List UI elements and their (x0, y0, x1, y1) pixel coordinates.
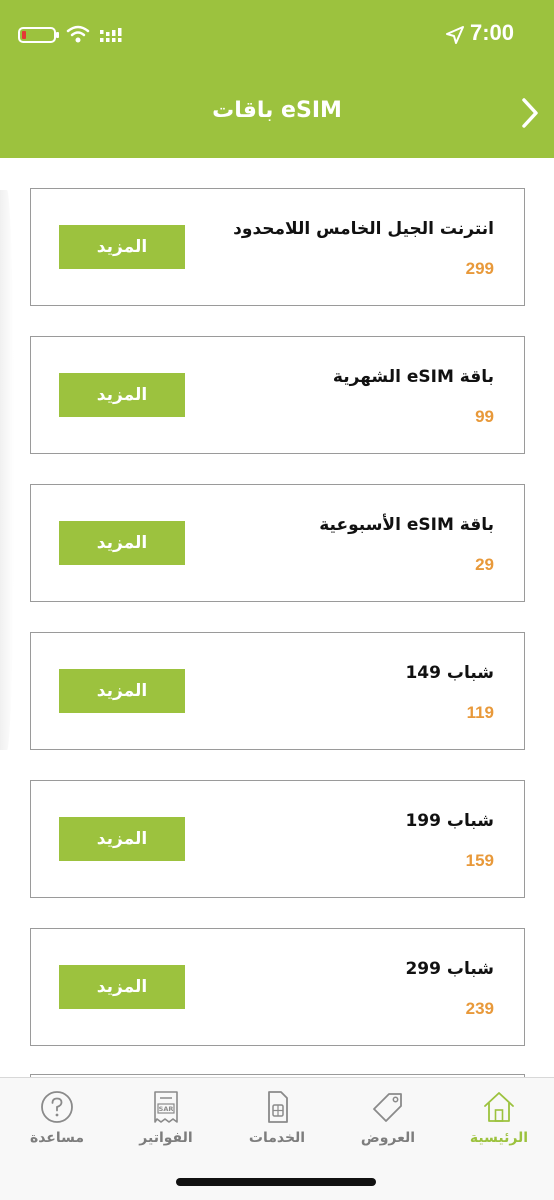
more-button[interactable]: المزيد (59, 373, 185, 417)
plan-card: باقة eSIM الشهرية 99 المزيد (30, 336, 525, 454)
plan-price: 119 (466, 703, 494, 722)
location-arrow-icon (446, 26, 464, 44)
help-icon (41, 1091, 73, 1123)
chevron-right-icon[interactable] (518, 96, 542, 130)
plan-card: انترنت الجيل الخامس اللامحدود 299 المزيد (30, 188, 525, 306)
plan-price: 29 (475, 555, 494, 574)
tab-label: الخدمات (248, 1130, 306, 1146)
side-shadow (0, 190, 14, 750)
plan-price: 239 (465, 999, 494, 1018)
sim-icon (268, 1091, 288, 1123)
tab-label: الفواتير (139, 1130, 193, 1146)
plan-name: شباب 199 (405, 811, 494, 831)
bill-icon: SAR (154, 1091, 178, 1123)
more-button[interactable]: المزيد (59, 225, 185, 269)
tab-home[interactable]: الرئيسية (444, 1078, 554, 1168)
tab-label: مساعدة (29, 1130, 85, 1146)
page-title: باقات eSIM (212, 98, 342, 123)
app-header: 7:00 باقات eSIM (0, 0, 554, 158)
plan-card: شباب 199 159 المزيد (30, 780, 525, 898)
status-bar: 7:00 (0, 0, 554, 70)
plan-list: انترنت الجيل الخامس اللامحدود 299 المزيد… (30, 188, 525, 1076)
plan-name: باقة eSIM الشهرية (332, 367, 494, 387)
more-button[interactable]: المزيد (59, 669, 185, 713)
more-button[interactable]: المزيد (59, 521, 185, 565)
plan-card: شباب 299 239 المزيد (30, 928, 525, 1046)
plan-name: باقة eSIM الأسبوعية (319, 515, 494, 535)
tab-services[interactable]: الخدمات (222, 1078, 332, 1168)
plan-price: 99 (475, 407, 494, 426)
plan-price: 299 (465, 259, 494, 278)
more-button[interactable]: المزيد (59, 965, 185, 1009)
plan-price: 159 (465, 851, 494, 870)
plan-name: شباب 299 (405, 959, 494, 979)
signal-icon (100, 28, 122, 42)
tab-bills[interactable]: SAR الفواتير (111, 1078, 221, 1168)
plan-card: باقة eSIM الأسبوعية 29 المزيد (30, 484, 525, 602)
home-icon (484, 1092, 514, 1122)
status-time: 7:00 (470, 20, 515, 45)
plan-name: شباب 149 (405, 663, 494, 683)
battery-icon (18, 27, 59, 43)
more-button[interactable]: المزيد (59, 817, 185, 861)
tab-offers[interactable]: العروض (333, 1078, 443, 1168)
tag-icon (373, 1093, 402, 1122)
tab-help[interactable]: مساعدة (2, 1078, 112, 1168)
tab-label: الرئيسية (469, 1130, 529, 1146)
bill-icon-text: SAR (159, 1105, 174, 1113)
wifi-icon (66, 25, 90, 43)
plan-card: شباب 149 119 المزيد (30, 632, 525, 750)
tab-label: العروض (360, 1130, 416, 1146)
home-indicator (176, 1178, 376, 1186)
plan-name: انترنت الجيل الخامس اللامحدود (233, 219, 494, 239)
